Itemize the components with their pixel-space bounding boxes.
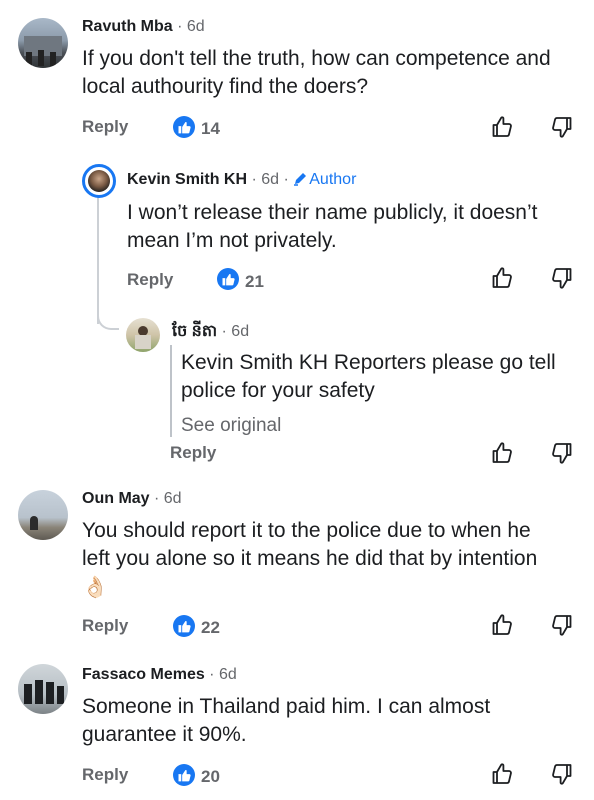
comment-text-line: local authourity find the doers?	[82, 75, 369, 98]
avatar[interactable]	[126, 318, 160, 352]
reply-button[interactable]: Reply	[170, 443, 216, 463]
thread-connector-curve	[97, 308, 119, 330]
thumbs-up-icon[interactable]	[490, 441, 514, 465]
ok-hand-emoji: 👌🏻	[82, 576, 109, 599]
author-name-text[interactable]: ចែ នីតា	[172, 323, 217, 340]
avatar[interactable]	[18, 664, 68, 714]
author-name-text[interactable]: Fassaco Memes	[82, 666, 205, 683]
like-badge-icon	[217, 268, 239, 290]
like-badge-icon	[173, 615, 195, 637]
comment-text-line: If you don't tell the truth, how can com…	[82, 47, 551, 70]
comment-author-name[interactable]: Oun May · 6d	[82, 490, 182, 508]
comment-author-name[interactable]: ចែ នីតា · 6d	[172, 320, 249, 344]
timestamp: · 6d	[149, 490, 182, 507]
comment-text-line: You should report it to the police due t…	[82, 519, 531, 542]
avatar[interactable]	[18, 490, 68, 540]
thumbs-up-icon[interactable]	[490, 613, 514, 637]
like-count[interactable]: 20	[201, 767, 220, 787]
author-name-text[interactable]: Kevin Smith KH	[127, 171, 247, 188]
thumbs-down-icon[interactable]	[550, 115, 574, 139]
reply-button[interactable]: Reply	[127, 270, 173, 290]
like-badge-icon	[173, 116, 195, 138]
thumbs-up-icon[interactable]	[490, 266, 514, 290]
comment-text-line: guarantee it 90%.	[82, 723, 247, 746]
thumbs-up-icon[interactable]	[490, 115, 514, 139]
avatar[interactable]	[18, 18, 68, 68]
timestamp: · 6d	[204, 666, 237, 683]
comment-text-line: I won’t release their name publicly, it …	[127, 201, 538, 224]
pencil-icon	[294, 173, 307, 186]
timestamp: · 6d ·	[247, 171, 294, 188]
reply-button[interactable]: Reply	[82, 616, 128, 636]
thumbs-down-icon[interactable]	[550, 441, 574, 465]
comment-author-name[interactable]: Ravuth Mba · 6d	[82, 18, 205, 36]
comment-text-line: mean I’m not privately.	[127, 229, 337, 252]
thumbs-up-icon[interactable]	[490, 762, 514, 786]
author-name-text[interactable]: Ravuth Mba	[82, 18, 173, 35]
reply-button[interactable]: Reply	[82, 117, 128, 137]
timestamp: · 6d	[172, 18, 205, 35]
see-original-link[interactable]: See original	[181, 415, 281, 437]
like-count[interactable]: 14	[201, 119, 220, 139]
comment-text-line: Someone in Thailand paid him. I can almo…	[82, 695, 491, 718]
like-count[interactable]: 21	[245, 272, 264, 292]
comment-author-name[interactable]: Fassaco Memes · 6d	[82, 666, 237, 684]
comment-text-line: Kevin Smith KH Reporters please go tell	[181, 351, 556, 374]
like-count[interactable]: 22	[201, 618, 220, 638]
author-badge: Author	[309, 171, 357, 188]
quote-bar	[170, 345, 172, 437]
thumbs-down-icon[interactable]	[550, 762, 574, 786]
timestamp: · 6d	[217, 323, 250, 340]
like-badge-icon	[173, 764, 195, 786]
thumbs-down-icon[interactable]	[550, 613, 574, 637]
thread-connector-line	[97, 196, 99, 324]
comment-author-name[interactable]: Kevin Smith KH · 6d · Author	[127, 170, 356, 189]
reply-button[interactable]: Reply	[82, 765, 128, 785]
thumbs-down-icon[interactable]	[550, 266, 574, 290]
comment-text-line: left you alone so it means he did that b…	[82, 547, 538, 570]
comment-text-line: police for your safety	[181, 379, 375, 402]
avatar[interactable]	[82, 164, 116, 198]
author-name-text[interactable]: Oun May	[82, 490, 150, 507]
